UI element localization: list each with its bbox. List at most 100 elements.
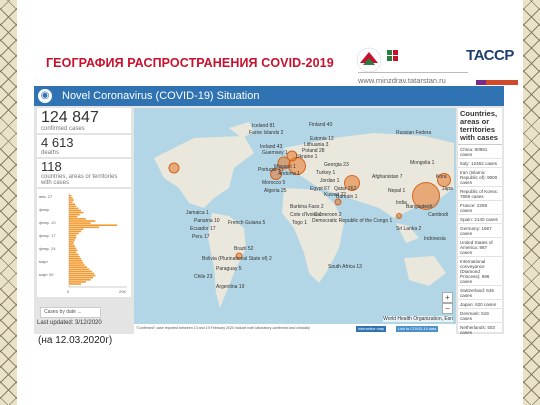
epicurve-bar — [69, 222, 91, 224]
date-note: (на 12.03.2020г) — [38, 335, 113, 346]
tacsp-logo-bar-purple — [476, 80, 486, 85]
map-country-label: Ecuador 17 — [190, 226, 216, 232]
countries-label: countries, areas or territories with cas… — [41, 174, 118, 186]
country-list-item[interactable]: Iran (Islamic Republic of): 9000 cases — [458, 168, 502, 187]
epicurve-bar — [69, 218, 86, 220]
covid-dashboard-screenshot: ◉ Novel Coronavirus (COVID-19) Situation… — [34, 86, 504, 334]
cases-by-date-chart[interactable]: янв. 27 февр. февр. 10 февр. 17 февр. 24… — [37, 189, 131, 297]
epicurve-bar — [69, 228, 84, 231]
epicurve-bar — [69, 245, 75, 247]
confirmed-cases-card: 124 847 confirmed cases — [37, 108, 131, 133]
map-country-label: Bangladesh — [406, 204, 433, 210]
epicurve-bar — [69, 230, 81, 233]
tacsp-logo-bar-orange — [486, 80, 518, 85]
map-country-label: Guernsey 1 — [262, 150, 288, 156]
epicurve-bar — [69, 272, 95, 275]
epicurve-bar — [69, 213, 80, 216]
last-updated-text: Last updated: 3/12/2020 — [37, 320, 102, 326]
country-list-item[interactable]: International conveyance (Diamond Prince… — [458, 257, 502, 286]
map-country-label: Paraguay 5 — [216, 266, 242, 272]
map-country-label: Brazil 52 — [234, 246, 254, 252]
stats-panel: 124 847 confirmed cases 4 613 deaths 118… — [37, 108, 131, 332]
dashboard-footer: "Confirmed" case reported between 13 and… — [134, 324, 456, 334]
epicurve-bar — [69, 205, 77, 208]
country-list-item[interactable]: Netherlands: 503 cases — [458, 323, 502, 335]
map-country-label: Togo 1 — [292, 220, 308, 226]
epicurve-bar — [69, 209, 81, 212]
epicurve-bar — [69, 281, 86, 283]
country-list-item[interactable]: Denmark: 519 cases — [458, 309, 502, 323]
world-map[interactable]: Iceland 81 Faroe Islands 2 Finland 40 Russi… — [134, 108, 456, 324]
epicurve-bar — [69, 247, 77, 250]
map-country-label: Nepal 1 — [388, 188, 406, 194]
epicurve-bar — [69, 216, 78, 218]
slide-title: ГЕОГРАФИЯ РАСПРОСТРАНЕНИЯ COVID-2019 — [46, 56, 334, 70]
map-country-label: Cambodi — [428, 212, 449, 218]
map-country-label: Indonesia — [424, 236, 446, 242]
chart-month-label: февр. — [39, 207, 50, 212]
case-bubble-usa[interactable] — [168, 162, 180, 174]
covid-data-link[interactable]: Link to COVID-19 data — [396, 326, 439, 332]
countries-value: 118 — [41, 159, 62, 174]
map-country-label: Democratic Republic of the Congo 1 — [312, 218, 393, 224]
map-country-label: French Guiana 5 — [228, 220, 266, 226]
map-country-label: Panama 10 — [194, 218, 220, 224]
epicurve-bar — [69, 243, 74, 245]
country-list-item[interactable]: Germany: 1567 cases — [458, 224, 502, 238]
map-country-label: Peru 17 — [192, 234, 210, 240]
epicurve-bar — [69, 201, 73, 203]
map-country-label: Algeria 25 — [264, 188, 287, 194]
ministry-logo-icon — [387, 50, 398, 61]
map-attribution: World Health Organization, Esri — [383, 316, 453, 322]
chart-month-label: март — [39, 259, 48, 264]
epicurve-svg — [68, 193, 127, 288]
cases-by-date-dropdown[interactable]: Cases by date ... — [40, 307, 101, 318]
epicurve-bar — [69, 274, 96, 277]
epicurve-bar — [69, 232, 79, 235]
country-list-item[interactable]: Italy: 12462 cases — [458, 159, 502, 168]
map-country-label: South Africa 13 — [328, 264, 362, 270]
zoom-out-button[interactable]: − — [442, 303, 453, 314]
chart-axis-label: 20K — [119, 289, 127, 294]
map-country-label: Georgia 23 — [324, 162, 349, 168]
country-list-item[interactable]: Japan: 620 cases — [458, 300, 502, 309]
country-list-item[interactable]: France: 2269 cases — [458, 201, 502, 215]
map-country-label: Mongolia 1 — [410, 160, 435, 166]
chart-month-label: февр. 24 — [39, 246, 56, 251]
epicurve-bar — [69, 249, 78, 252]
countries-card: 118 countries, areas or territories with… — [37, 159, 131, 187]
epicurve-bar — [69, 234, 77, 237]
epicurve-bar — [69, 268, 90, 271]
map-country-label: Bahrain 1 — [336, 194, 358, 200]
epicurve-bar — [69, 253, 79, 256]
epicurve-bar — [69, 220, 96, 222]
map-country-label: Iceland 81 — [252, 123, 276, 129]
country-list-item[interactable]: Spain: 2140 cases — [458, 215, 502, 224]
map-country-label: Argentina 19 — [216, 284, 245, 290]
epicurve-bar — [69, 276, 93, 279]
left-decorative-border — [0, 0, 17, 405]
epicurve-bar — [69, 197, 73, 199]
map-country-label: Finland 40 — [309, 122, 333, 128]
interactive-map-link[interactable]: Interactive map — [356, 326, 386, 332]
epicurve-bar — [69, 283, 81, 285]
dashboard-title: Novel Coronavirus (COVID-19) Situation — [62, 90, 260, 102]
map-country-label: Russian Federa — [396, 130, 432, 136]
deaths-card: 4 613 deaths — [37, 135, 131, 157]
zoom-in-button[interactable]: + — [442, 292, 453, 303]
map-country-label: Jamaica 1 — [186, 210, 209, 216]
map-country-label: Burkina Faso 2 — [290, 204, 324, 210]
ministry-website: www.minzdrav.tatarstan.ru — [358, 76, 446, 85]
country-list-item[interactable]: United States of America: 987 cases — [458, 238, 502, 257]
who-globe-icon: ◉ — [38, 89, 52, 103]
country-list-item[interactable]: Republic of Korea: 7869 cases — [458, 187, 502, 201]
confirmed-cases-label: confirmed cases — [41, 126, 85, 132]
country-list-item[interactable]: Switzerland: 645 cases — [458, 286, 502, 300]
map-country-label: Chile 23 — [194, 274, 213, 280]
epicurve-bar — [69, 226, 99, 229]
epicurve-bar — [69, 258, 81, 260]
case-bubble-india[interactable] — [396, 213, 402, 219]
country-list-item[interactable]: China: 80981 cases — [458, 145, 502, 159]
epicurve-bar — [69, 264, 85, 266]
tacsp-logo: ТАССР — [466, 47, 514, 64]
